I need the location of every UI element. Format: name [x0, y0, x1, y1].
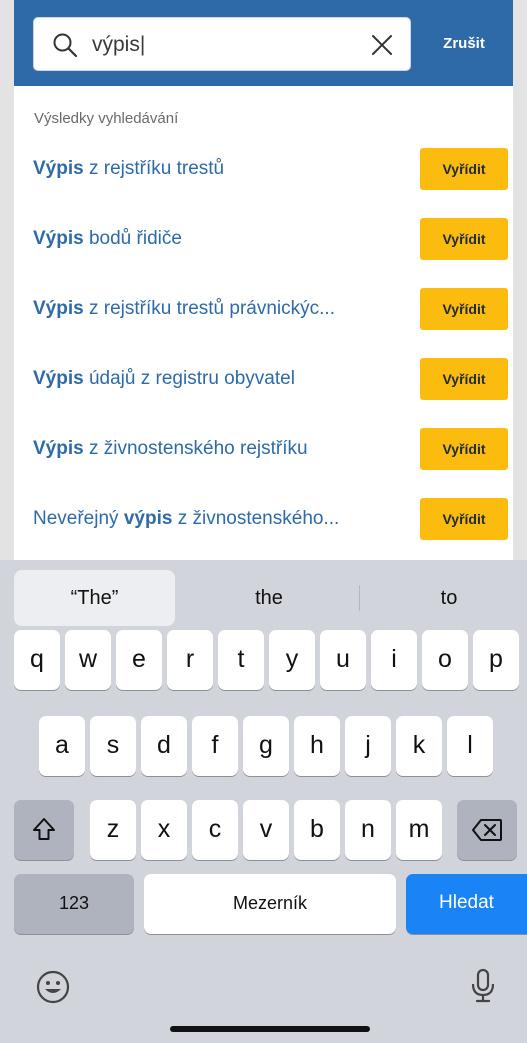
- result-title[interactable]: Neveřejný výpis z živnostenského...: [33, 506, 405, 532]
- key-n[interactable]: n: [345, 800, 391, 860]
- key-x[interactable]: x: [141, 800, 187, 860]
- key-o[interactable]: o: [422, 630, 468, 690]
- suggestion-1[interactable]: “The”: [14, 570, 175, 626]
- search-header: výpis| Zrušit: [14, 0, 513, 86]
- result-row[interactable]: Neveřejný výpis z živnostenského... Vyří…: [14, 489, 513, 549]
- result-title[interactable]: Výpis z rejstříku trestů: [33, 156, 405, 182]
- key-m[interactable]: m: [396, 800, 442, 860]
- key-c[interactable]: c: [192, 800, 238, 860]
- key-p[interactable]: p: [473, 630, 519, 690]
- microphone-icon[interactable]: [468, 968, 498, 1004]
- result-row[interactable]: Výpis z rejstříku trestů Vyřídit: [14, 139, 513, 199]
- suggestion-bar: “The” the to: [0, 560, 527, 628]
- suggestion-2[interactable]: the: [184, 570, 354, 626]
- vyridit-button[interactable]: Vyřídit: [420, 148, 508, 190]
- result-title[interactable]: Výpis z živnostenského rejstříku: [33, 436, 405, 462]
- shift-key[interactable]: [14, 800, 74, 860]
- result-row[interactable]: Výpis z rejstříku trestů právnickýc... V…: [14, 279, 513, 339]
- close-icon[interactable]: [370, 33, 394, 57]
- key-b[interactable]: b: [294, 800, 340, 860]
- key-a[interactable]: a: [39, 716, 85, 776]
- key-l[interactable]: l: [447, 716, 493, 776]
- space-key[interactable]: Mezerník: [144, 874, 396, 934]
- backspace-key[interactable]: [457, 800, 517, 860]
- key-r[interactable]: r: [167, 630, 213, 690]
- search-icon: [53, 33, 78, 58]
- cancel-button[interactable]: Zrušit: [429, 31, 499, 57]
- key-g[interactable]: g: [243, 716, 289, 776]
- result-title[interactable]: Výpis bodů řidiče: [33, 226, 405, 252]
- results-heading: Výsledky vyhledávání: [34, 110, 179, 127]
- key-h[interactable]: h: [294, 716, 340, 776]
- backspace-icon: [472, 819, 502, 841]
- result-row[interactable]: Výpis z živnostenského rejstříku Vyřídit: [14, 419, 513, 479]
- vyridit-button[interactable]: Vyřídit: [420, 428, 508, 470]
- key-u[interactable]: u: [320, 630, 366, 690]
- numbers-key[interactable]: 123: [14, 874, 134, 934]
- key-w[interactable]: w: [65, 630, 111, 690]
- vyridit-button[interactable]: Vyřídit: [420, 358, 508, 400]
- key-d[interactable]: d: [141, 716, 187, 776]
- key-q[interactable]: q: [14, 630, 60, 690]
- key-i[interactable]: i: [371, 630, 417, 690]
- search-query: výpis|: [92, 33, 146, 56]
- vyridit-button[interactable]: Vyřídit: [420, 498, 508, 540]
- key-y[interactable]: y: [269, 630, 315, 690]
- search-return-key[interactable]: Hledat: [406, 874, 527, 934]
- key-z[interactable]: z: [90, 800, 136, 860]
- result-title[interactable]: Výpis údajů z registru obyvatel: [33, 366, 405, 392]
- vyridit-button[interactable]: Vyřídit: [420, 218, 508, 260]
- key-k[interactable]: k: [396, 716, 442, 776]
- result-title[interactable]: Výpis z rejstříku trestů právnickýc...: [33, 296, 405, 322]
- vyridit-button[interactable]: Vyřídit: [420, 288, 508, 330]
- result-row[interactable]: Výpis údajů z registru obyvatel Vyřídit: [14, 349, 513, 409]
- key-f[interactable]: f: [192, 716, 238, 776]
- key-v[interactable]: v: [243, 800, 289, 860]
- emoji-icon[interactable]: [36, 970, 70, 1004]
- suggestion-3[interactable]: to: [364, 570, 527, 626]
- shift-icon: [33, 818, 55, 840]
- key-e[interactable]: e: [116, 630, 162, 690]
- key-t[interactable]: t: [218, 630, 264, 690]
- suggestion-divider: [359, 585, 360, 611]
- key-s[interactable]: s: [90, 716, 136, 776]
- result-row[interactable]: Výpis bodů řidiče Vyřídit: [14, 209, 513, 269]
- home-indicator: [170, 1026, 370, 1032]
- keyboard: “The” the to q w e r t y u i o p a s d f…: [0, 560, 527, 1043]
- key-j[interactable]: j: [345, 716, 391, 776]
- search-input[interactable]: výpis|: [33, 17, 411, 71]
